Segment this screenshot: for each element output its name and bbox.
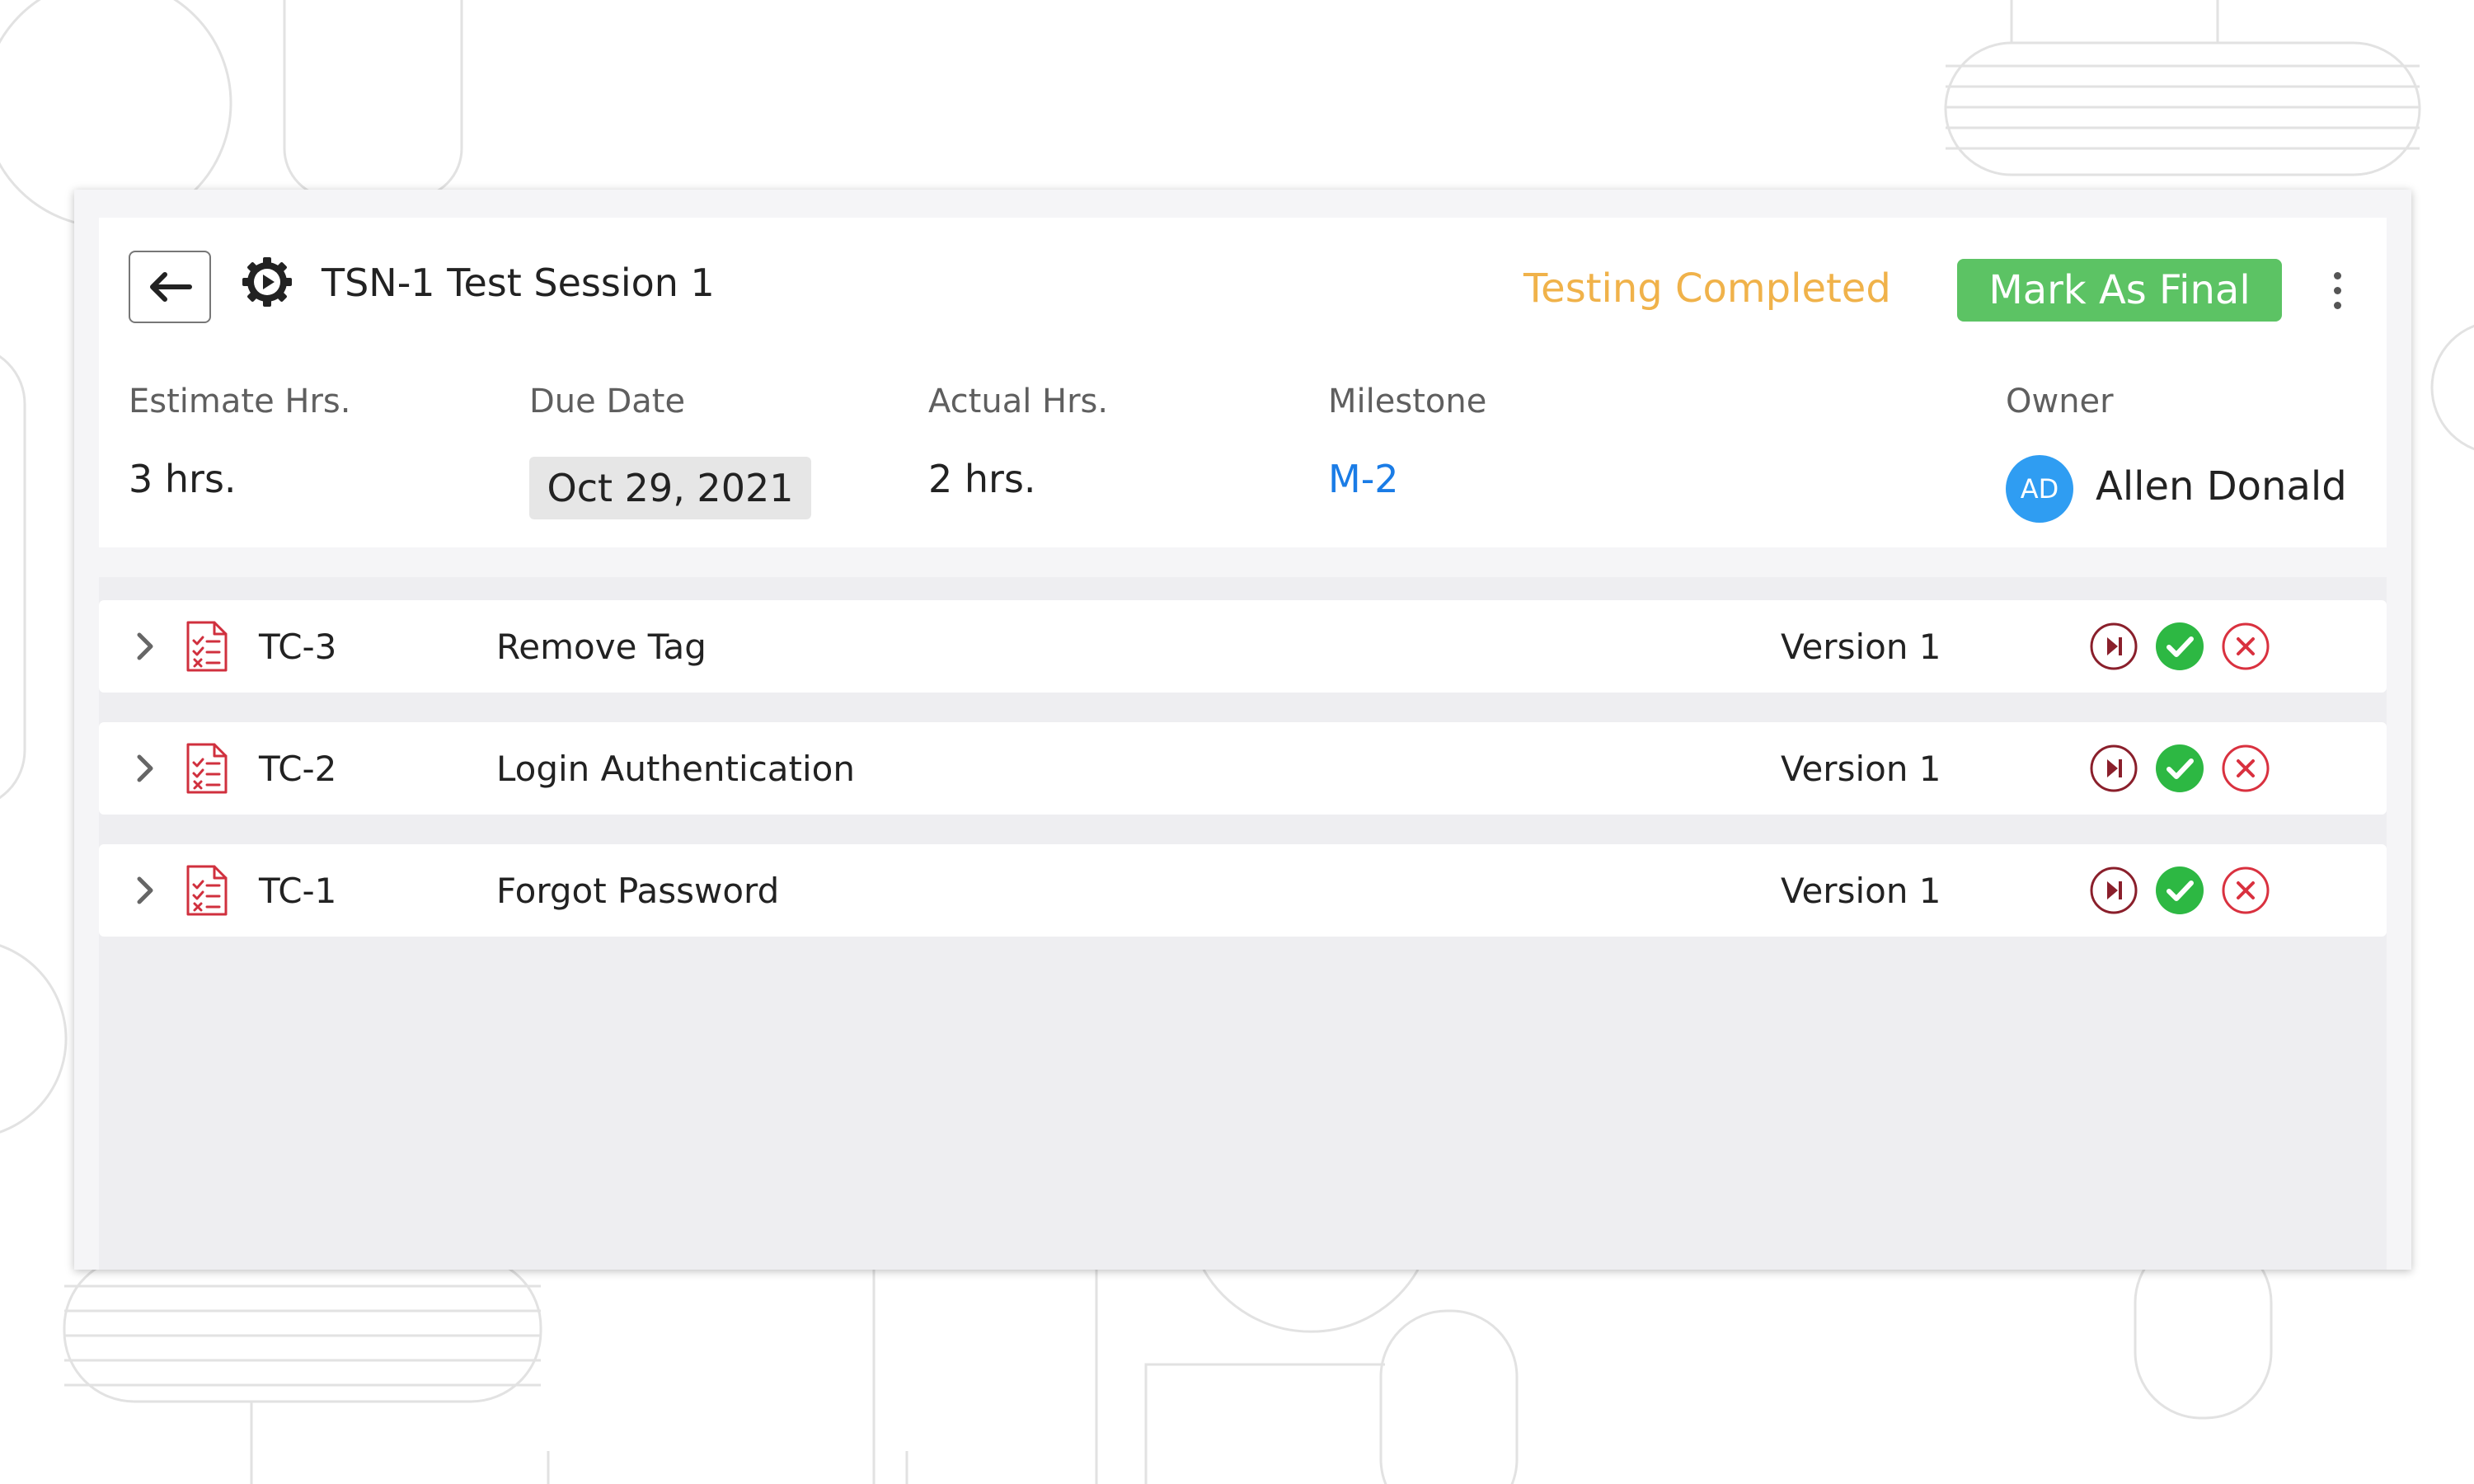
session-header: TSN-1 Test Session 1 Testing Completed M… [99,218,2387,547]
close-circle-icon[interactable] [2221,866,2270,915]
estimate-hours-value: 3 hrs. [129,457,237,501]
test-case-id[interactable]: TC-3 [259,627,336,667]
chevron-right-icon[interactable] [127,750,163,787]
more-vertical-icon [2333,271,2341,279]
close-circle-icon[interactable] [2221,744,2270,793]
owner-label: Owner [2006,383,2114,420]
test-case-version: Version 1 [1781,627,1941,667]
owner-avatar[interactable]: AD [2006,455,2073,523]
checklist-document-icon [186,621,228,672]
skip-next-icon[interactable] [2089,744,2138,793]
test-case-id[interactable]: TC-1 [259,871,336,911]
estimate-hours-label: Estimate Hrs. [129,383,351,420]
test-session-panel: TSN-1 Test Session 1 Testing Completed M… [74,190,2411,1270]
due-date-value[interactable]: Oct 29, 2021 [529,457,811,519]
check-circle-icon[interactable] [2155,744,2204,793]
test-case-row[interactable]: TC-2 Login Authentication Version 1 [99,722,2387,815]
mark-as-final-button[interactable]: Mark As Final [1957,259,2282,322]
session-title: TSN-1 Test Session 1 [322,261,715,305]
test-case-name[interactable]: Remove Tag [496,627,707,667]
checklist-document-icon [186,743,228,794]
test-case-name[interactable]: Login Authentication [496,749,855,789]
check-circle-icon[interactable] [2155,622,2204,671]
skip-next-icon[interactable] [2089,622,2138,671]
test-case-row[interactable]: TC-3 Remove Tag Version 1 [99,600,2387,693]
gear-play-icon [242,257,292,307]
back-button[interactable] [129,251,211,323]
milestone-link[interactable]: M-2 [1328,457,1399,501]
due-date-label: Due Date [529,383,686,420]
chevron-right-icon[interactable] [127,628,163,665]
test-case-name[interactable]: Forgot Password [496,871,779,911]
milestone-label: Milestone [1328,383,1487,420]
skip-next-icon[interactable] [2089,866,2138,915]
actual-hours-value: 2 hrs. [928,457,1036,501]
test-case-id[interactable]: TC-2 [259,749,336,789]
session-status: Testing Completed [1523,265,1891,312]
checklist-document-icon [186,865,228,916]
actual-hours-label: Actual Hrs. [928,383,1109,420]
owner-name[interactable]: Allen Donald [2096,463,2347,510]
test-case-list: TC-3 Remove Tag Version 1 TC-2 Login Aut… [99,577,2387,1270]
arrow-left-icon [150,272,192,302]
more-options-button[interactable] [2325,259,2350,322]
test-case-row[interactable]: TC-1 Forgot Password Version 1 [99,844,2387,937]
check-circle-icon[interactable] [2155,866,2204,915]
close-circle-icon[interactable] [2221,622,2270,671]
test-case-version: Version 1 [1781,871,1941,911]
chevron-right-icon[interactable] [127,872,163,909]
test-case-version: Version 1 [1781,749,1941,789]
